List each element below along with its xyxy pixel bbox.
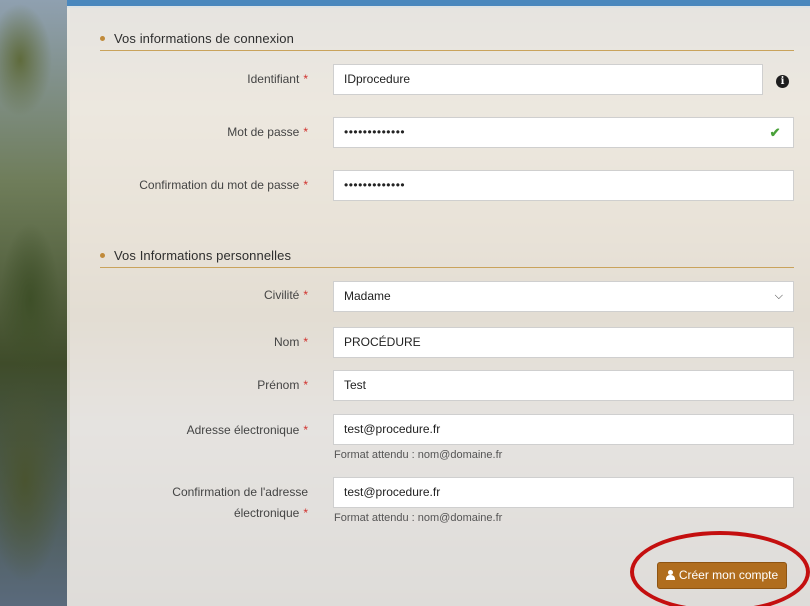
section-divider xyxy=(100,50,794,51)
bullet-icon xyxy=(100,253,105,259)
adresse-format-hint: Format attendu : nom@domaine.fr xyxy=(334,449,503,461)
chevron-down-icon: ⌵ xyxy=(774,290,783,302)
confirmation-adresse-format-hint: Format attendu : nom@domaine.fr xyxy=(334,512,503,524)
confirmation-mot-de-passe-input[interactable]: ••••••••••••• xyxy=(333,170,794,201)
required-marker: * xyxy=(303,72,308,86)
label-confirmation-mot-de-passe: Confirmation du mot de passe * xyxy=(139,178,308,192)
required-marker: * xyxy=(303,423,308,437)
section-title-connexion: Vos informations de connexion xyxy=(100,31,294,46)
identifiant-input[interactable]: IDprocedure xyxy=(333,64,763,95)
bullet-icon xyxy=(100,36,105,42)
required-marker: * xyxy=(303,288,308,302)
required-marker: * xyxy=(303,506,308,520)
check-icon: ✔ xyxy=(769,125,781,140)
confirmation-adresse-input[interactable]: test@procedure.fr xyxy=(333,477,794,508)
label-confirmation-adresse: Confirmation de l'adresse électronique * xyxy=(172,485,308,520)
label-nom: Nom * xyxy=(273,335,308,349)
label-mot-de-passe: Mot de passe * xyxy=(227,125,308,139)
label-prenom: Prénom * xyxy=(257,378,308,392)
highlight-annotation xyxy=(630,531,810,606)
required-marker: * xyxy=(303,335,308,349)
required-marker: * xyxy=(303,178,308,192)
label-adresse-electronique: Adresse électronique * xyxy=(186,423,308,437)
mot-de-passe-input[interactable]: ••••••••••••• ✔ xyxy=(333,117,794,148)
info-icon[interactable]: i xyxy=(776,75,789,88)
section-title-personnelles: Vos Informations personnelles xyxy=(100,248,291,263)
prenom-input[interactable]: Test xyxy=(333,370,794,401)
label-identifiant: Identifiant * xyxy=(247,72,308,86)
required-marker: * xyxy=(303,125,308,139)
required-marker: * xyxy=(303,378,308,392)
civilite-select[interactable]: Madame ⌵ xyxy=(333,281,794,312)
nom-input[interactable]: PROCÉDURE xyxy=(333,327,794,358)
label-civilite: Civilité * xyxy=(263,288,308,302)
background-trees xyxy=(0,0,70,606)
adresse-electronique-input[interactable]: test@procedure.fr xyxy=(333,414,794,445)
section-divider xyxy=(100,267,794,268)
